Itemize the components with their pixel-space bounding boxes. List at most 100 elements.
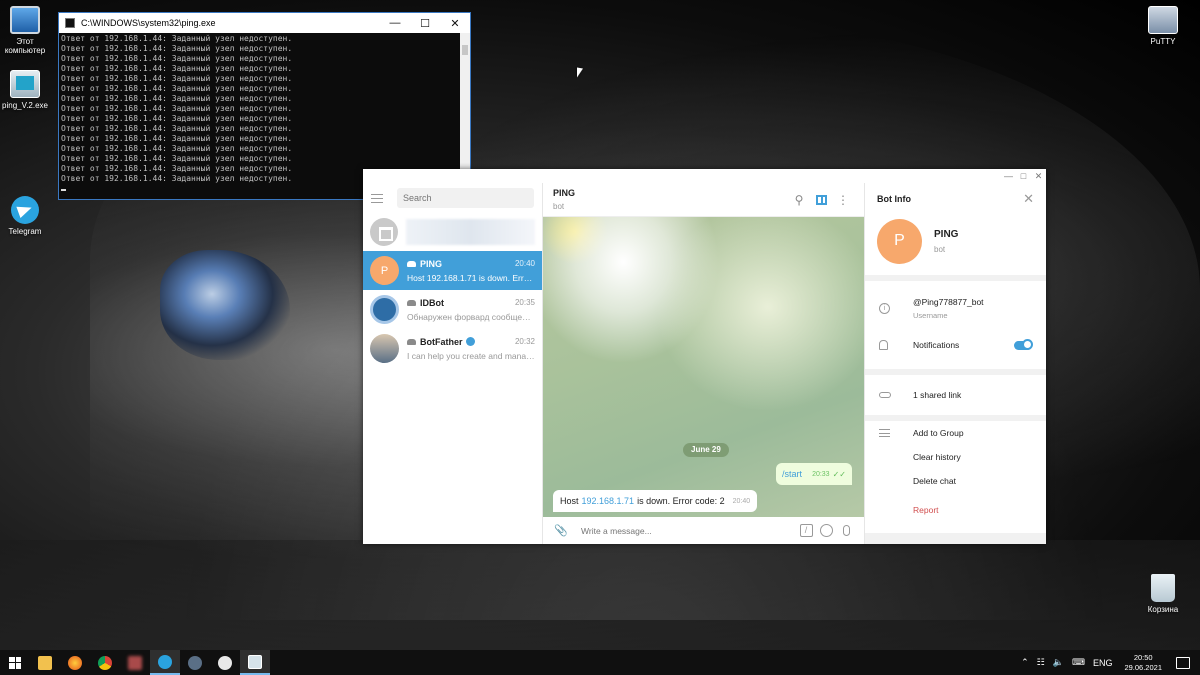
minimize-icon[interactable]: — [380, 17, 410, 29]
desktop-icon-label: Этот компьютер [4, 37, 46, 55]
delete-chat-button[interactable]: Delete chat [865, 469, 1046, 493]
bot-profile: P PING bot [865, 215, 1046, 275]
taskbar-app-2[interactable] [180, 650, 210, 675]
network-icon[interactable]: ☷ [1037, 657, 1045, 668]
cmd-line: Ответ от 192.168.1.44: Заданный узел нед… [61, 74, 293, 83]
attach-icon[interactable]: 📎 [551, 521, 571, 541]
message-outgoing[interactable]: /start 20:33 ✓✓ [776, 463, 852, 485]
message-input[interactable] [581, 525, 796, 536]
message-link[interactable]: 192.168.1.71 [582, 496, 635, 506]
notifications-toggle[interactable] [1014, 338, 1033, 350]
start-button[interactable] [0, 650, 30, 675]
desktop-icon-computer[interactable]: Этот компьютер [0, 6, 50, 55]
message-incoming[interactable]: Host 192.168.1.71 is down. Error code: 2… [553, 490, 758, 512]
telegram-titlebar[interactable]: — □ ✕ [363, 169, 1046, 183]
bot-commands-icon[interactable]: / [796, 521, 816, 541]
cmd-line: Ответ от 192.168.1.44: Заданный узел нед… [61, 154, 293, 163]
clear-history-button[interactable]: Clear history [865, 445, 1046, 469]
desktop-icon-label: Telegram [8, 227, 42, 236]
notification-icon[interactable] [1176, 656, 1190, 669]
avatar[interactable]: P [877, 218, 922, 264]
bot-name: PING [934, 228, 959, 240]
cmd-scroll-thumb[interactable] [462, 45, 468, 55]
notifications-row[interactable]: Notifications [865, 327, 1046, 363]
search-input[interactable] [397, 188, 534, 208]
desktop-icon-label: PuTTY [1150, 37, 1176, 46]
bot-icon [407, 338, 416, 345]
chat-item-idbot[interactable]: IDBot 20:35 Обнаружен форвард сообщени..… [363, 290, 542, 329]
bot-info-panel: Bot Info ✕ P PING bot i @Ping778877_bot … [864, 183, 1046, 544]
sidebar-toggle-icon[interactable] [810, 189, 832, 211]
taskbar-explorer[interactable] [30, 650, 60, 675]
language-indicator[interactable]: ENG [1093, 658, 1113, 668]
report-button[interactable]: Report [865, 493, 1046, 527]
chat-background: June 29 /start 20:33 ✓✓ Host 192.168.1.7… [543, 217, 864, 517]
cmd-line: Ответ от 192.168.1.44: Заданный узел нед… [61, 114, 293, 123]
maximize-icon[interactable]: □ [1016, 171, 1031, 181]
close-icon[interactable]: ✕ [440, 17, 470, 30]
cmd-line: Ответ от 192.168.1.44: Заданный узел нед… [61, 144, 293, 153]
cmd-line: Ответ от 192.168.1.44: Заданный узел нед… [61, 84, 293, 93]
desktop-icon-recycle-bin[interactable]: Корзина [1138, 574, 1188, 614]
avatar [370, 334, 399, 363]
cmd-titlebar[interactable]: C:\WINDOWS\system32\ping.exe — ☐ ✕ [59, 13, 470, 33]
windows-icon [9, 656, 21, 669]
taskbar-hidden-app[interactable] [120, 650, 150, 675]
link-icon [879, 392, 891, 398]
close-icon[interactable]: ✕ [1031, 171, 1046, 182]
volume-icon[interactable]: 🔈 [1053, 657, 1064, 668]
menu-icon[interactable] [371, 193, 383, 203]
taskbar-app-3[interactable] [210, 650, 240, 675]
archive-preview-blurred [406, 219, 535, 245]
putty-icon [1148, 6, 1178, 34]
chat-time: 20:40 [514, 259, 535, 268]
taskbar-telegram[interactable] [150, 650, 180, 675]
recycle-bin-icon [1151, 574, 1175, 602]
cmd-line: Ответ от 192.168.1.44: Заданный узел нед… [61, 64, 293, 73]
verified-icon [465, 337, 475, 346]
taskbar-chrome[interactable] [90, 650, 120, 675]
chat-item-ping[interactable]: P PING 20:40 Host 192.168.1.71 is down. … [363, 251, 542, 290]
message-text: Host [560, 496, 579, 506]
desktop-icon-putty[interactable]: PuTTY [1138, 6, 1188, 46]
exe-icon [248, 654, 262, 669]
shared-links-row[interactable]: 1 shared link [865, 375, 1046, 415]
emoji-icon[interactable] [816, 521, 836, 541]
minimize-icon[interactable]: — [1001, 171, 1016, 181]
chevron-up-icon[interactable]: ⌃ [1021, 657, 1029, 668]
telegram-window[interactable]: — □ ✕ P PING 20:40 Host 192.168.1.71 is … [363, 169, 1046, 544]
telegram-icon [158, 654, 172, 669]
chat-title: PING [553, 188, 576, 198]
desktop-icon-ping-exe[interactable]: ping_V.2.exe [0, 70, 50, 110]
info-icon: i [879, 302, 890, 314]
app-icon [128, 655, 142, 670]
panel-title: Bot Info [877, 194, 911, 204]
username-value[interactable]: @Ping778877_bot [913, 297, 984, 307]
more-vertical-icon[interactable]: ⋮ [832, 189, 854, 211]
keyboard-icon[interactable]: ⌨ [1072, 657, 1085, 668]
cmd-app-icon [65, 18, 75, 28]
chat-header[interactable]: PING bot ⚲ ⋮ [543, 183, 864, 217]
taskbar-cmd[interactable] [240, 650, 270, 675]
add-to-group-button[interactable]: Add to Group [865, 421, 1046, 445]
message-text[interactable]: /start [782, 469, 802, 479]
close-icon[interactable]: ✕ [1023, 191, 1034, 207]
username-row[interactable]: i @Ping778877_bot Username [865, 289, 1046, 327]
report-label: Report [913, 505, 939, 515]
archive-row[interactable] [363, 213, 542, 251]
cmd-line: Ответ от 192.168.1.44: Заданный узел нед… [61, 34, 293, 43]
delete-chat-label: Delete chat [913, 476, 956, 486]
taskbar: ⌃ ☷ 🔈 ⌨ ENG 20:50 29.06.2021 [0, 650, 1200, 675]
chat-item-botfather[interactable]: BotFather 20:32 I can help you create an… [363, 329, 542, 368]
taskbar-firefox[interactable] [60, 650, 90, 675]
microphone-icon[interactable] [836, 521, 856, 541]
maximize-icon[interactable]: ☐ [410, 17, 440, 30]
message-composer: 📎 / [543, 517, 864, 544]
clock[interactable]: 20:50 29.06.2021 [1124, 653, 1162, 673]
chat-time: 20:35 [514, 298, 535, 307]
notifications-label: Notifications [913, 340, 960, 350]
clock-date: 29.06.2021 [1124, 662, 1162, 672]
desktop-icon-telegram[interactable]: Telegram [0, 196, 50, 236]
chat-time: 20:32 [514, 337, 535, 346]
search-icon[interactable]: ⚲ [788, 189, 810, 211]
